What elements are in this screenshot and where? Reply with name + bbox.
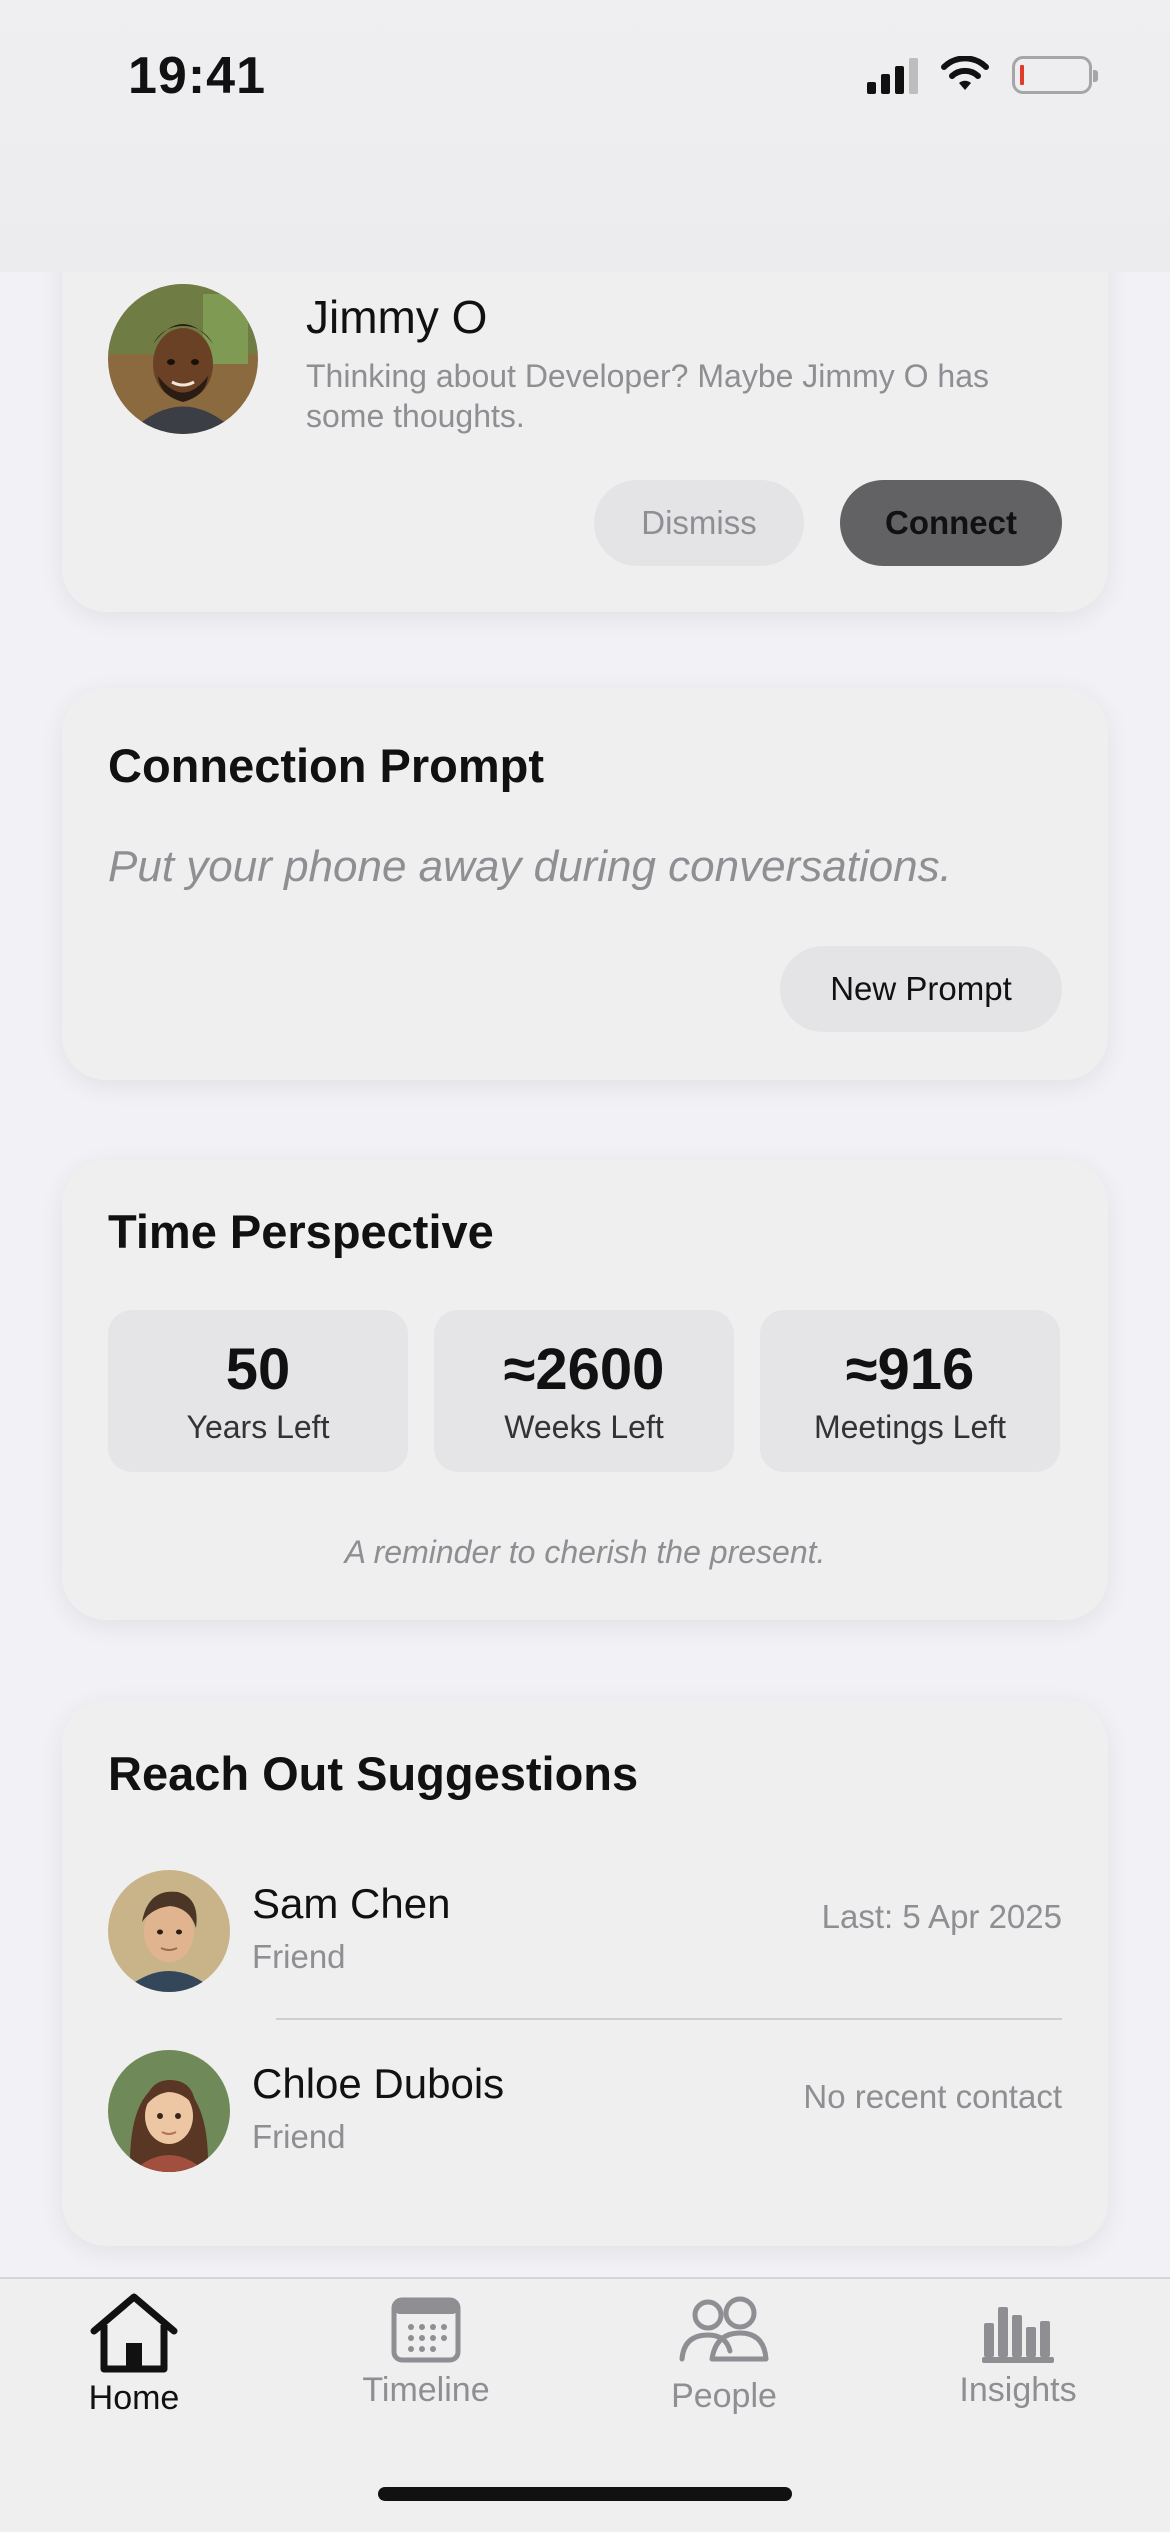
time-perspective-card: Time Perspective 50 Years Left ≈2600 Wee… <box>62 1160 1108 1620</box>
tab-label: Home <box>88 2379 180 2417</box>
list-item[interactable]: Chloe Dubois Friend No recent contact <box>62 2030 1108 2200</box>
status-time: 19:41 <box>128 47 266 105</box>
stat-value: ≈916 <box>845 1337 975 1402</box>
wifi-icon <box>941 56 989 90</box>
avatar-jimmy-image <box>108 284 258 434</box>
divider <box>276 2018 1062 2020</box>
stat-label: Meetings Left <box>813 1409 1007 1445</box>
home-indicator[interactable] <box>378 2487 792 2501</box>
cellular-signal-icon <box>867 56 918 94</box>
home-screen: 19:41 Jimmy O Thinking about Developer? … <box>0 0 1170 2532</box>
tab-home[interactable]: Home <box>24 2279 244 2469</box>
status-bar: 19:41 <box>0 0 1170 272</box>
person-name: Sam Chen <box>252 1880 451 1927</box>
stat-label: Years Left <box>186 1409 330 1445</box>
stat-value: 50 <box>225 1337 291 1402</box>
tab-label: People <box>671 2377 777 2415</box>
weeks-left-stat: ≈2600 Weeks Left <box>434 1310 734 1472</box>
connect-button[interactable]: Connect <box>840 480 1062 566</box>
list-item[interactable]: Sam Chen Friend Last: 5 Apr 2025 <box>62 1850 1108 2020</box>
avatar <box>108 2050 230 2172</box>
bar-chart-icon <box>982 2307 1054 2363</box>
battery-icon <box>1012 56 1098 94</box>
person-name: Chloe Dubois <box>252 2060 505 2107</box>
years-left-stat: 50 Years Left <box>108 1310 408 1472</box>
status-icons <box>867 56 1098 94</box>
last-contact: Last: 5 Apr 2025 <box>821 1898 1062 1935</box>
connection-prompt-card: Connection Prompt Put your phone away du… <box>62 688 1108 1080</box>
connection-prompt-title: Connection Prompt <box>108 739 545 792</box>
person-relation: Friend <box>252 1938 346 1975</box>
reach-out-card: Reach Out Suggestions Sam Chen Friend La… <box>62 1700 1108 2246</box>
avatar-chloe-image <box>108 2050 230 2172</box>
avatar-sam-image <box>108 1870 230 1992</box>
time-perspective-footnote: A reminder to cherish the present. <box>344 1534 826 1570</box>
tab-timeline[interactable]: Timeline <box>316 2279 536 2469</box>
new-prompt-button[interactable]: New Prompt <box>780 946 1062 1032</box>
people-icon <box>679 2296 769 2362</box>
person-relation: Friend <box>252 2118 346 2155</box>
tab-insights[interactable]: Insights <box>908 2279 1128 2469</box>
tab-label: Timeline <box>362 2371 490 2409</box>
calendar-icon <box>391 2297 461 2363</box>
time-perspective-title: Time Perspective <box>108 1205 494 1258</box>
stat-label: Weeks Left <box>504 1409 664 1445</box>
connection-prompt-text: Put your phone away during conversations… <box>108 842 952 891</box>
house-icon <box>90 2293 178 2373</box>
tab-people[interactable]: People <box>614 2279 834 2469</box>
stat-value: ≈2600 <box>503 1337 665 1402</box>
dismiss-button[interactable]: Dismiss <box>594 480 804 566</box>
avatar <box>108 1870 230 1992</box>
avatar[interactable] <box>108 284 258 434</box>
tab-label: Insights <box>959 2371 1077 2409</box>
reach-out-title: Reach Out Suggestions <box>108 1747 639 1800</box>
suggestion-message: Thinking about Developer? Maybe Jimmy O … <box>306 358 989 434</box>
last-contact: No recent contact <box>803 2078 1062 2115</box>
meetings-left-stat: ≈916 Meetings Left <box>760 1310 1060 1472</box>
suggestion-name: Jimmy O <box>306 291 488 343</box>
